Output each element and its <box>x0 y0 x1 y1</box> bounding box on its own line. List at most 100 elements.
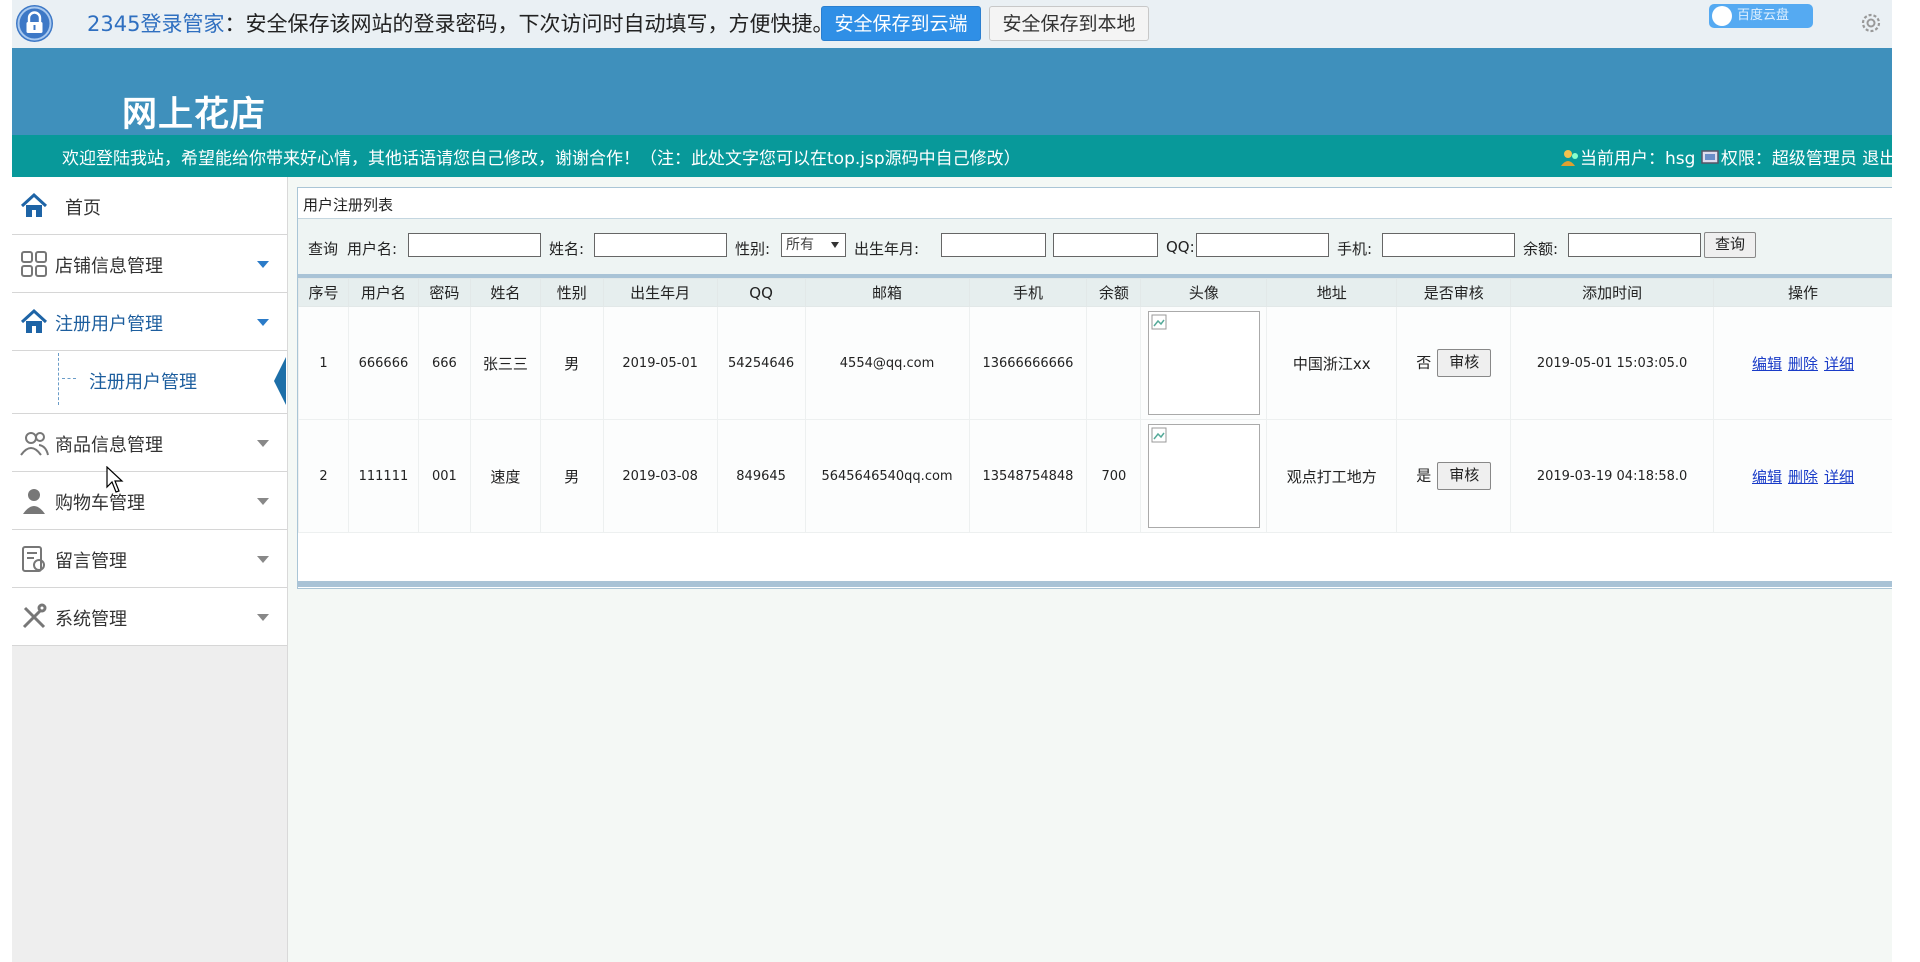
balance-input[interactable] <box>1568 233 1701 257</box>
active-indicator-icon <box>274 357 286 405</box>
avatar <box>1147 311 1260 415</box>
sidebar-item-messages[interactable]: 留言管理 <box>12 530 287 588</box>
welcome-bar: 欢迎登陆我站，希望能给你带来好心情，其他话语请您自己修改，谢谢合作！（注：此处文… <box>12 135 1892 177</box>
gender-select[interactable]: 所有 <box>781 233 846 257</box>
cell-address: 中国浙江xx <box>1266 306 1398 420</box>
mouse-cursor-icon <box>106 466 124 493</box>
sidebar-item-label: 首页 <box>65 198 101 219</box>
qq-label: QQ: <box>1166 238 1195 256</box>
cell-qq: 54254646 <box>716 306 806 420</box>
cell-gender: 男 <box>539 306 604 420</box>
save-to-local-button[interactable]: 安全保存到本地 <box>989 6 1149 41</box>
cell-phone: 13666666666 <box>968 306 1088 420</box>
birth-end-input[interactable] <box>1053 233 1158 257</box>
cell-audited: 是审核 <box>1396 419 1512 533</box>
cell-audited: 否审核 <box>1396 306 1512 420</box>
column-header: 密码 <box>417 278 471 307</box>
tools-icon <box>19 602 49 632</box>
cloud-drive-button[interactable]: 百度云盘 <box>1709 4 1813 28</box>
username-input[interactable] <box>408 233 541 257</box>
query-button[interactable]: 查询 <box>1704 232 1756 258</box>
cell-added-time: 2019-05-01 15:03:05.0 <box>1510 306 1715 420</box>
tree-line <box>58 353 60 405</box>
cell-avatar <box>1140 419 1268 533</box>
sidebar-item-home[interactable]: 首页 <box>12 177 287 235</box>
name-label: 姓名: <box>549 240 585 258</box>
sidebar-item-registered-users[interactable]: 注册用户管理 <box>12 293 287 351</box>
save-to-cloud-button[interactable]: 安全保存到云端 <box>821 6 981 41</box>
site-header: 网上花店 <box>12 48 1892 135</box>
panel-title: 用户注册列表 <box>298 188 1892 219</box>
cloud-drive-label: 百度云盘 <box>1737 8 1790 23</box>
grid-icon <box>19 249 49 279</box>
sidebar-item-label: 留言管理 <box>55 551 127 572</box>
user-table: 序号 用户名 密码 姓名 性别 出生年月 QQ 邮箱 手机 余额 头像 地址 是… <box>298 278 1892 533</box>
column-header: 是否审核 <box>1396 278 1512 307</box>
permission-icon <box>1701 149 1721 167</box>
sidebar-item-shop-info[interactable]: 店铺信息管理 <box>12 235 287 293</box>
edit-link[interactable]: 编辑 <box>1752 355 1782 373</box>
panel-bottom-border <box>298 581 1892 587</box>
cell-gender: 男 <box>539 419 604 533</box>
user-info: 当前用户：hsg 权限：超级管理员 退出 <box>1560 144 1892 169</box>
edit-link[interactable]: 编辑 <box>1752 468 1782 486</box>
column-header: 邮箱 <box>804 278 970 307</box>
sidebar-item-system[interactable]: 系统管理 <box>12 588 287 646</box>
column-header: 出生年月 <box>602 278 718 307</box>
cell-password: 001 <box>417 419 471 533</box>
browser-frame: 2345登录管家：安全保存该网站的登录密码，下次访问时自动填写，方便快捷。 安全… <box>12 0 1892 962</box>
users-icon <box>19 428 49 458</box>
cell-phone: 13548754848 <box>968 419 1088 533</box>
chevron-down-icon <box>257 556 269 563</box>
table-row: 2 111111 001 速度 男 2019-03-08 849645 5645… <box>298 419 1892 533</box>
panel-title-text: 用户注册列表 <box>303 196 394 214</box>
chevron-down-icon <box>257 261 269 268</box>
delete-link[interactable]: 删除 <box>1788 355 1818 373</box>
name-input[interactable] <box>594 233 727 257</box>
delete-link[interactable]: 删除 <box>1788 468 1818 486</box>
phone-input[interactable] <box>1382 233 1515 257</box>
sidebar-item-label: 店铺信息管理 <box>55 256 163 277</box>
cell-address: 观点打工地方 <box>1266 419 1398 533</box>
cell-qq: 849645 <box>716 419 806 533</box>
cell-actions: 编辑 删除 详细 <box>1713 419 1892 533</box>
chevron-down-icon <box>257 614 269 621</box>
cell-email: 5645646540qq.com <box>804 419 970 533</box>
logout-link[interactable]: 退出 <box>1862 149 1892 169</box>
audit-button[interactable]: 审核 <box>1437 349 1492 377</box>
sidebar: 首页 店铺信息管理 注册用户管理 注册用户管理 商品信息管理 购物车管理 留言管… <box>12 177 288 962</box>
user-list-panel: 用户注册列表 查询 用户名: 姓名: 性别: 所有 出生年月: QQ: 手机: … <box>297 187 1892 589</box>
sidebar-item-label: 商品信息管理 <box>55 435 163 456</box>
person-icon <box>19 486 49 516</box>
sidebar-item-label: 购物车管理 <box>55 493 145 514</box>
home-icon <box>19 307 49 337</box>
cell-balance <box>1086 306 1142 420</box>
cell-birth: 2019-03-08 <box>602 419 718 533</box>
sidebar-item-product-info[interactable]: 商品信息管理 <box>12 414 287 472</box>
password-save-text: ：安全保存该网站的登录密码，下次访问时自动填写，方便快捷。 <box>224 12 834 36</box>
chevron-down-icon <box>831 242 839 248</box>
chevron-down-icon <box>257 319 269 326</box>
gear-icon[interactable] <box>1858 10 1884 36</box>
password-save-message: 2345登录管家：安全保存该网站的登录密码，下次访问时自动填写，方便快捷。 <box>87 10 833 38</box>
sidebar-item-cart[interactable]: 购物车管理 <box>12 472 287 530</box>
password-manager-brand: 2345登录管家 <box>87 12 225 36</box>
cell-balance: 700 <box>1086 419 1142 533</box>
cell-no: 1 <box>298 306 349 420</box>
column-header: 地址 <box>1266 278 1398 307</box>
audit-button[interactable]: 审核 <box>1437 462 1492 490</box>
sidebar-item-label: 注册用户管理 <box>55 314 163 335</box>
search-bar: 查询 用户名: 姓名: 性别: 所有 出生年月: QQ: 手机: 余额: 查询 <box>298 219 1892 278</box>
site-title: 网上花店 <box>122 95 267 135</box>
cell-name: 速度 <box>469 419 541 533</box>
detail-link[interactable]: 详细 <box>1824 355 1854 373</box>
table-header-row: 序号 用户名 密码 姓名 性别 出生年月 QQ 邮箱 手机 余额 头像 地址 是… <box>298 278 1892 307</box>
table-row: 1 666666 666 张三三 男 2019-05-01 54254646 4… <box>298 306 1892 420</box>
birth-label: 出生年月: <box>854 240 920 258</box>
cell-no: 2 <box>298 419 349 533</box>
lock-icon <box>16 5 53 42</box>
detail-link[interactable]: 详细 <box>1824 468 1854 486</box>
qq-input[interactable] <box>1196 233 1329 257</box>
sidebar-subitem-registered-users[interactable]: 注册用户管理 <box>12 351 287 414</box>
birth-start-input[interactable] <box>941 233 1046 257</box>
